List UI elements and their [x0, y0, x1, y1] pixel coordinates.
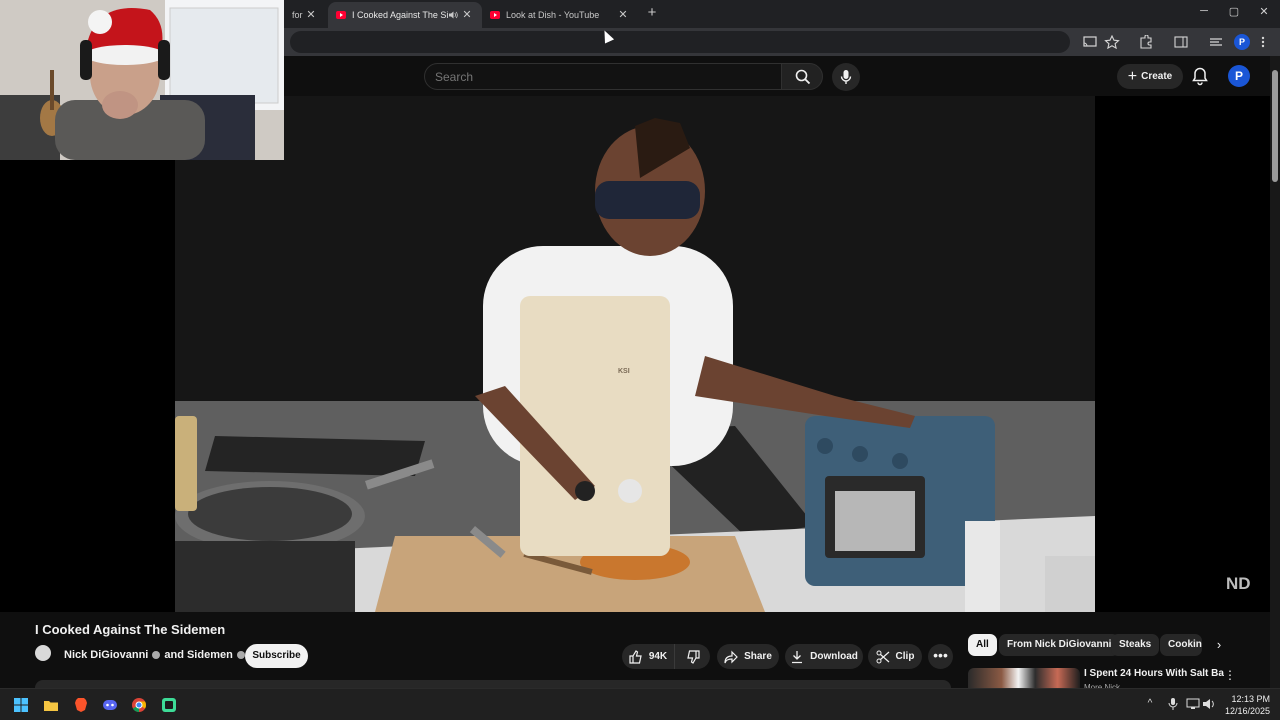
app-icon[interactable] — [161, 697, 177, 713]
volume-icon[interactable] — [1202, 698, 1216, 710]
maximize-button[interactable]: ▢ — [1224, 5, 1244, 18]
windows-taskbar: ^ 12:13 PM 12/16/2025 — [0, 688, 1280, 720]
scrollbar-thumb[interactable] — [1272, 70, 1278, 182]
discord-icon[interactable] — [102, 697, 118, 713]
share-button[interactable]: Share — [717, 644, 779, 669]
video-watermark: ND — [1226, 574, 1251, 593]
like-count: 94K — [648, 651, 668, 662]
chevron-right-icon[interactable]: › — [1210, 636, 1228, 654]
reading-list-icon[interactable] — [1208, 35, 1224, 49]
tab-title: for — [292, 10, 303, 20]
webcam-overlay — [0, 0, 284, 160]
recommended-thumbnail[interactable] — [968, 668, 1080, 688]
tab-previous[interactable]: for ✕ — [284, 2, 328, 28]
tab-title: I Cooked Against The Sidemen — [352, 10, 448, 20]
collab-label[interactable]: and Sidemen — [164, 649, 232, 661]
dislike-button[interactable] — [674, 644, 710, 669]
tab-close-icon[interactable]: ✕ — [304, 8, 318, 21]
tab-look-at-dish[interactable]: Look at Dish - YouTube ✕ — [482, 2, 638, 28]
chip-cooking[interactable]: Cooking — [1160, 634, 1202, 656]
search-icon — [795, 69, 811, 85]
search-button[interactable] — [781, 63, 823, 90]
download-label: Download — [810, 651, 858, 662]
page-scrollbar[interactable] — [1270, 56, 1280, 688]
chrome-icon[interactable] — [131, 697, 147, 713]
clock-date: 12/16/2025 — [1224, 706, 1270, 716]
tab-title: Look at Dish - YouTube — [506, 10, 600, 20]
network-icon[interactable] — [1186, 698, 1200, 710]
speaker-icon[interactable] — [448, 10, 458, 20]
file-explorer-icon[interactable] — [43, 697, 59, 713]
system-clock[interactable]: 12:13 PM 12/16/2025 — [1222, 693, 1270, 717]
tab-active-video[interactable]: I Cooked Against The Sidemen ✕ — [328, 2, 482, 28]
video-player[interactable]: KSI ND — [0, 96, 1270, 612]
video-scene-image — [175, 96, 1095, 612]
clip-label: Clip — [895, 651, 915, 662]
video-frame[interactable]: KSI — [175, 96, 1095, 612]
side-panel-icon[interactable] — [1173, 35, 1189, 49]
video-title: I Cooked Against The Sidemen — [35, 622, 226, 637]
streamer-webcam-image — [0, 0, 284, 160]
thumbs-down-icon — [686, 649, 700, 664]
chip-all[interactable]: All — [968, 634, 997, 656]
more-actions-button[interactable]: ••• — [928, 644, 953, 669]
channel-name[interactable]: Nick DiGiovanni — [64, 649, 148, 661]
profile-icon[interactable]: P — [1234, 34, 1250, 50]
cast-icon[interactable] — [1082, 35, 1098, 49]
share-icon — [724, 650, 738, 663]
recommended-menu-icon[interactable]: ⋮ — [1224, 669, 1236, 681]
download-icon — [792, 650, 803, 663]
microphone-tray-icon[interactable] — [1166, 698, 1180, 710]
extensions-icon[interactable] — [1138, 35, 1154, 49]
recommended-title[interactable]: I Spent 24 Hours With Salt Bae — [1084, 668, 1224, 679]
menu-dots-icon[interactable] — [1258, 35, 1268, 49]
channel-credits[interactable]: Nick DiGiovanni and Sidemen — [64, 649, 249, 661]
clip-button[interactable]: Clip — [868, 644, 922, 669]
channel-avatar[interactable] — [35, 645, 51, 661]
account-avatar[interactable]: P — [1228, 65, 1250, 87]
apron-logo-text: KSI — [618, 368, 630, 375]
screen: for ✕ I Cooked Against The Sidemen ✕ Loo… — [0, 0, 1280, 720]
subscribe-button[interactable]: Subscribe — [245, 644, 308, 668]
plus-icon: + — [1127, 67, 1138, 85]
scissors-icon — [876, 650, 889, 663]
description-box[interactable] — [35, 680, 951, 688]
share-label: Share — [744, 651, 772, 662]
notifications-bell-icon[interactable] — [1190, 66, 1210, 86]
verified-icon — [152, 651, 161, 660]
like-button[interactable]: 94K — [622, 644, 674, 669]
new-tab-button[interactable]: + — [644, 4, 660, 21]
search-box[interactable] — [424, 63, 782, 90]
tab-close-icon[interactable]: ✕ — [460, 8, 474, 21]
star-icon[interactable] — [1104, 35, 1120, 49]
tray-overflow-icon[interactable]: ^ — [1143, 698, 1157, 709]
clock-time: 12:13 PM — [1231, 694, 1270, 704]
thumbs-up-icon — [629, 649, 642, 664]
close-window-button[interactable]: ✕ — [1254, 5, 1274, 18]
tab-close-icon[interactable]: ✕ — [616, 8, 630, 21]
youtube-favicon-icon — [336, 11, 346, 19]
chip-steaks[interactable]: Steaks — [1111, 634, 1160, 656]
microphone-icon — [840, 70, 852, 84]
create-button[interactable]: + Create — [1117, 64, 1183, 89]
brave-icon[interactable] — [73, 697, 89, 713]
download-button[interactable]: Download — [785, 644, 863, 669]
chip-from-nick[interactable]: From Nick DiGiovanni — [999, 634, 1120, 656]
minimize-button[interactable]: ─ — [1194, 5, 1214, 17]
verified-icon — [236, 651, 245, 660]
windows-start-icon[interactable] — [13, 697, 29, 713]
create-label: Create — [1141, 71, 1173, 82]
voice-search-button[interactable] — [832, 63, 860, 91]
search-input[interactable] — [435, 70, 765, 84]
youtube-favicon-icon — [490, 11, 500, 19]
address-bar[interactable] — [290, 31, 1070, 53]
